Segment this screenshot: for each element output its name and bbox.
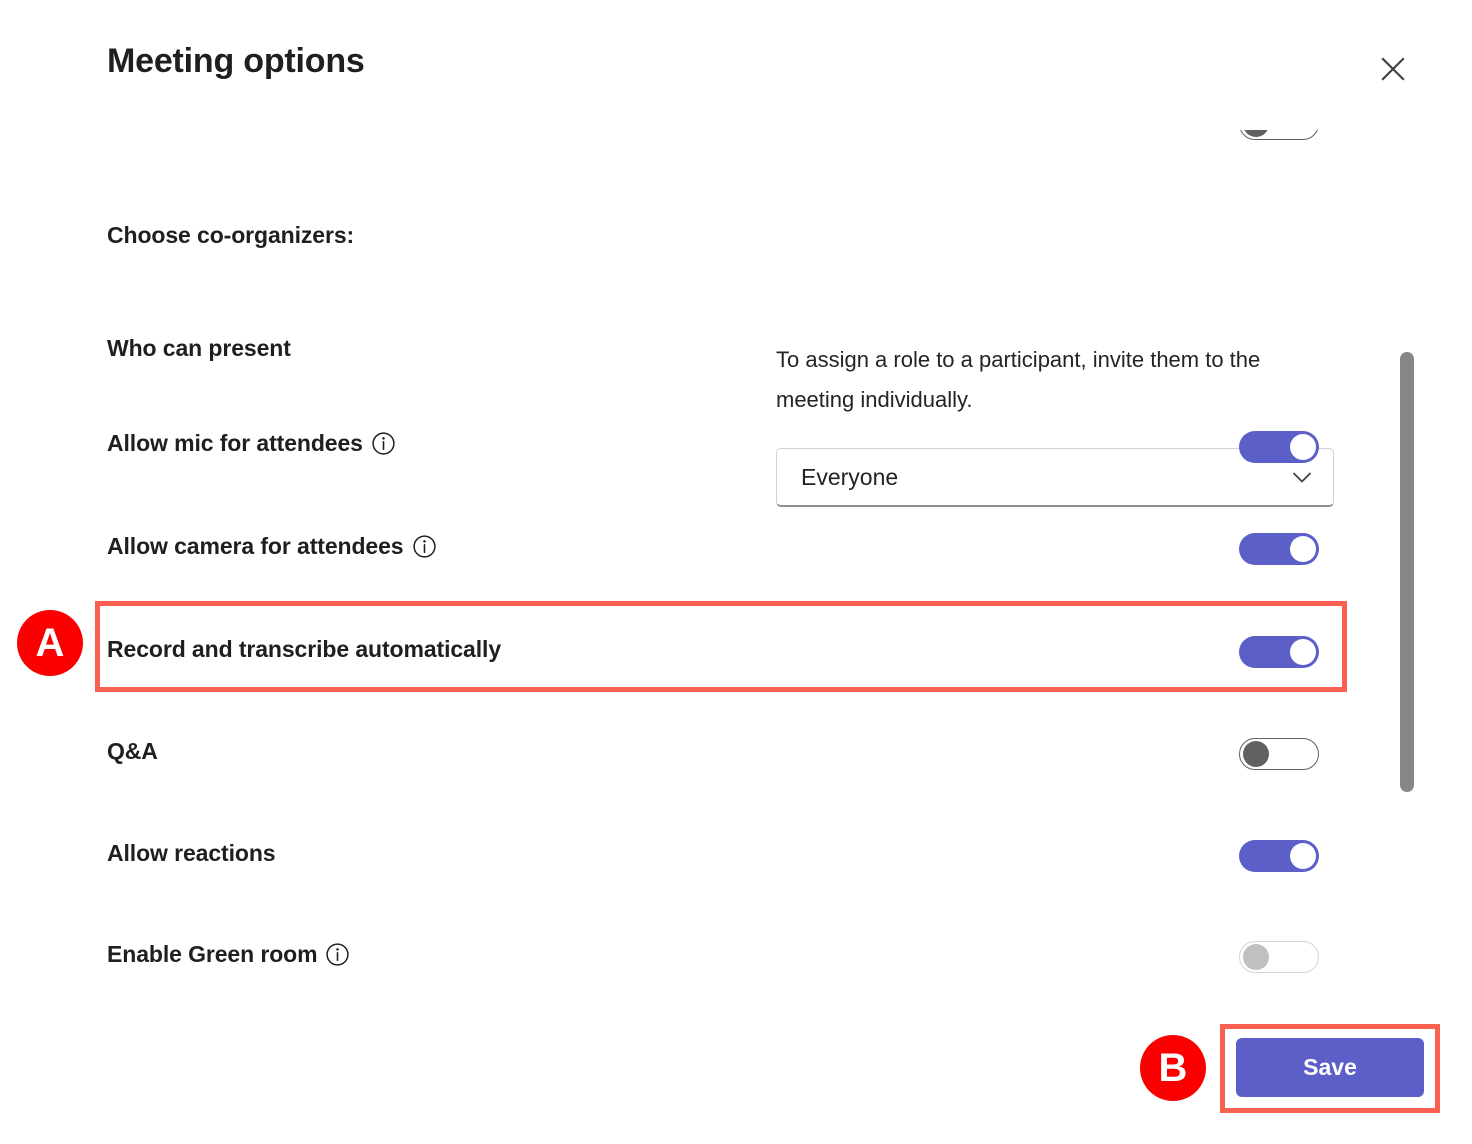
scrollbar-thumb[interactable] xyxy=(1400,352,1414,792)
toggle-record-and-transcribe-automatically[interactable] xyxy=(1239,636,1319,668)
row-qa: Q&A xyxy=(107,738,1347,765)
row-choose-co-organizers: Choose co-organizers: xyxy=(107,222,1347,249)
toggle-knob xyxy=(1290,536,1316,562)
dropdown-selected-value: Everyone xyxy=(801,464,1289,491)
toggle-knob xyxy=(1290,843,1316,869)
row-label: Enable Green room xyxy=(107,941,349,968)
row-who-can-present: Who can present xyxy=(107,335,1347,362)
page-title: Meeting options xyxy=(107,42,365,81)
toggle-partially-scrolled xyxy=(1239,130,1321,154)
toggle-allow-camera-for-attendees[interactable] xyxy=(1239,533,1319,565)
toggle-knob xyxy=(1243,130,1269,137)
row-label-text: Allow mic for attendees xyxy=(107,430,363,457)
row-label: Q&A xyxy=(107,738,158,765)
save-button[interactable]: Save xyxy=(1236,1038,1424,1097)
row-label: Choose co-organizers: xyxy=(107,222,354,249)
chevron-down-icon xyxy=(1289,464,1315,490)
scrollbar-track[interactable] xyxy=(1400,140,1414,1010)
row-record-and-transcribe-automatically: Record and transcribe automatically xyxy=(107,636,1347,663)
row-label-text: Enable Green room xyxy=(107,941,317,968)
annotation-badge-b: B xyxy=(1140,1035,1206,1101)
info-icon[interactable] xyxy=(413,535,436,558)
row-enable-green-room: Enable Green room xyxy=(107,941,1347,968)
toggle-clipped[interactable] xyxy=(1239,130,1319,140)
row-allow-camera-for-attendees: Allow camera for attendees xyxy=(107,533,1347,560)
row-label: Allow reactions xyxy=(107,840,276,867)
toggle-allow-reactions[interactable] xyxy=(1239,840,1319,872)
row-label-text: Allow camera for attendees xyxy=(107,533,404,560)
close-button[interactable] xyxy=(1372,48,1414,90)
toggle-allow-mic-for-attendees[interactable] xyxy=(1239,431,1319,463)
row-allow-reactions: Allow reactions xyxy=(107,840,1347,867)
row-label: Record and transcribe automatically xyxy=(107,636,501,663)
toggle-knob xyxy=(1290,639,1316,665)
toggle-knob xyxy=(1243,944,1269,970)
row-label: Allow camera for attendees xyxy=(107,533,436,560)
meeting-options-list: Choose co-organizers: To assign a role t… xyxy=(0,130,1472,1010)
close-icon xyxy=(1379,55,1407,83)
row-label: Who can present xyxy=(107,335,291,362)
toggle-qa[interactable] xyxy=(1239,738,1319,770)
row-allow-mic-for-attendees: Allow mic for attendees xyxy=(107,430,1347,457)
toggle-enable-green-room[interactable] xyxy=(1239,941,1319,973)
row-label: Allow mic for attendees xyxy=(107,430,395,457)
info-icon[interactable] xyxy=(326,943,349,966)
toggle-knob xyxy=(1290,434,1316,460)
info-icon[interactable] xyxy=(372,432,395,455)
toggle-knob xyxy=(1243,741,1269,767)
